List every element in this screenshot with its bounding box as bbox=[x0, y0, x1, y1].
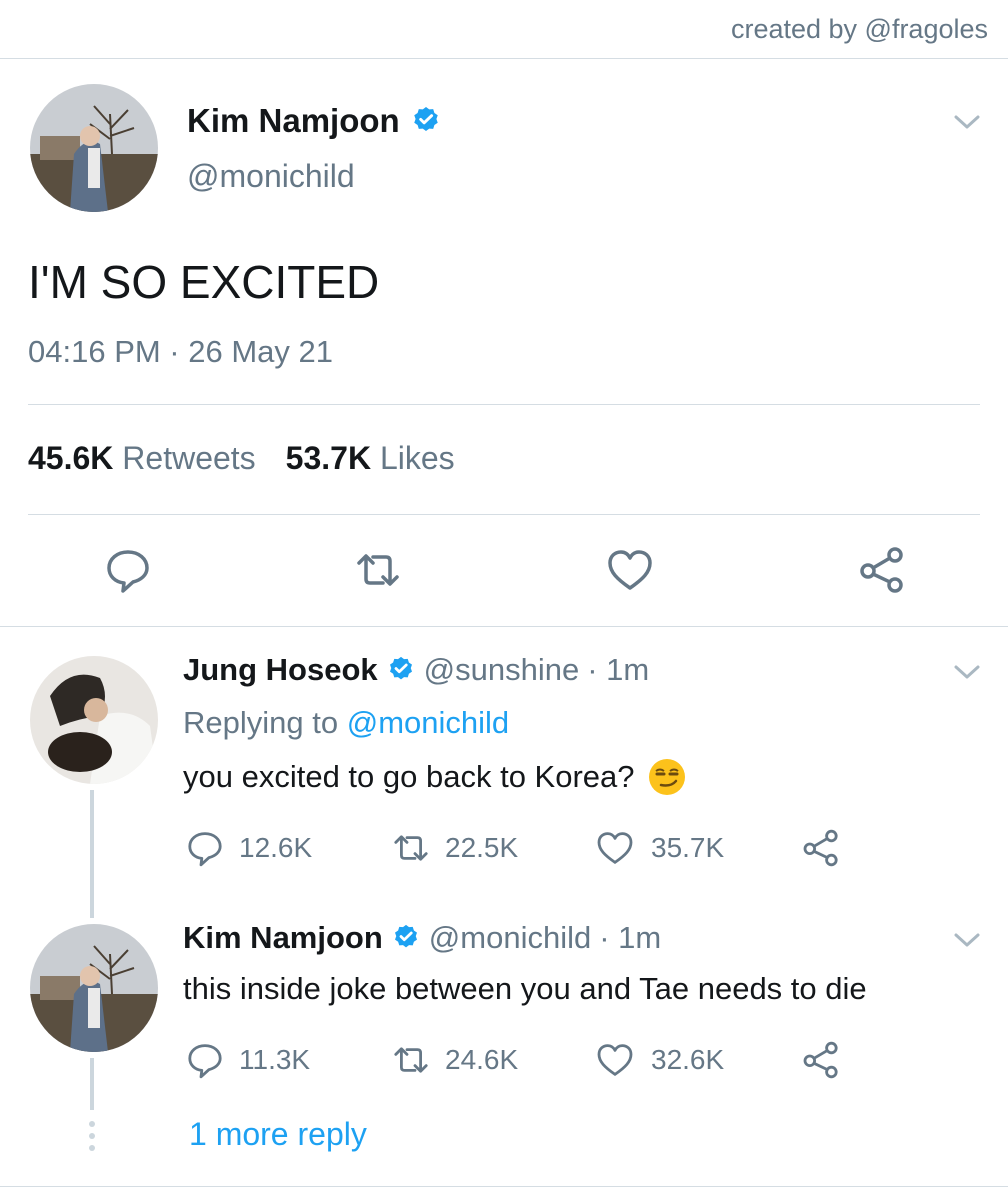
reply-2-text: this inside joke between you and Tae nee… bbox=[183, 971, 867, 1006]
reply-1-author[interactable]: Jung Hoseok bbox=[183, 652, 378, 688]
reply-1-handle[interactable]: @sunshine bbox=[424, 652, 580, 688]
reply-icon bbox=[188, 832, 222, 867]
replying-prefix: Replying to bbox=[183, 705, 339, 740]
replying-to-link[interactable]: @monichild bbox=[347, 705, 509, 740]
credit-text: created by @fragoles bbox=[730, 14, 988, 44]
retweet-icon[interactable] bbox=[353, 545, 403, 595]
reply-button[interactable]: 12.6K bbox=[185, 828, 389, 868]
verified-badge-icon bbox=[413, 107, 438, 131]
reply-icon[interactable] bbox=[103, 545, 153, 595]
reply-icon bbox=[188, 1044, 222, 1079]
top-divider bbox=[0, 58, 1008, 59]
thread-line bbox=[90, 790, 94, 918]
chevron-down-icon[interactable] bbox=[952, 112, 982, 132]
retweet-count: 24.6K bbox=[445, 1044, 519, 1075]
main-tweet-timestamp[interactable]: 04:16 PM · 26 May 21 bbox=[28, 334, 333, 370]
reply-2-actions: 11.3K 24.6K 32.6K bbox=[185, 1040, 841, 1080]
reply-1-text: you excited to go back to Korea? bbox=[183, 759, 635, 794]
bottom-divider bbox=[0, 1186, 1008, 1187]
share-icon[interactable] bbox=[857, 545, 907, 595]
retweet-button[interactable]: 22.5K bbox=[389, 828, 595, 868]
author-name: Kim Namjoon bbox=[187, 102, 400, 139]
main-tweet-author[interactable]: Kim Namjoon bbox=[187, 102, 442, 140]
replying-to: Replying to @monichild bbox=[183, 705, 509, 741]
reply-1-text-row: you excited to go back to Korea? bbox=[183, 757, 687, 797]
likes-stat[interactable]: 53.7K Likes bbox=[286, 440, 455, 477]
likes-label: Likes bbox=[379, 440, 455, 476]
retweet-button[interactable]: 24.6K bbox=[389, 1040, 595, 1080]
thread-line bbox=[90, 1058, 94, 1110]
avatar-reply-2[interactable] bbox=[30, 924, 158, 1052]
like-icon[interactable] bbox=[605, 545, 655, 595]
retweets-label: Retweets bbox=[122, 440, 256, 476]
tweet-stats: 45.6K Retweets 53.7K Likes bbox=[28, 440, 455, 477]
divider bbox=[28, 514, 980, 515]
main-tweet-handle[interactable]: @monichild bbox=[187, 158, 355, 195]
main-tweet-text: I'M SO EXCITED bbox=[28, 256, 380, 308]
retweet-icon bbox=[394, 1047, 428, 1073]
reply-2-author[interactable]: Kim Namjoon bbox=[183, 920, 383, 956]
retweet-icon bbox=[394, 835, 428, 861]
share-icon bbox=[803, 1041, 838, 1079]
section-divider bbox=[0, 626, 1008, 627]
verified-badge-icon bbox=[389, 656, 412, 680]
reply-2-time: · 1m bbox=[599, 920, 662, 955]
more-replies-link[interactable]: 1 more reply bbox=[189, 1116, 367, 1153]
reply-1-time: · 1m bbox=[587, 652, 650, 687]
avatar-reply-1[interactable] bbox=[30, 656, 158, 784]
thread-dots-icon bbox=[89, 1121, 95, 1151]
reply-2-header: Kim Namjoon @monichild · 1m bbox=[183, 920, 661, 956]
chevron-down-icon[interactable] bbox=[952, 930, 982, 950]
like-icon bbox=[597, 1044, 633, 1076]
like-button[interactable]: 35.7K bbox=[595, 828, 801, 868]
smirking-face-emoji bbox=[648, 759, 685, 795]
like-button[interactable]: 32.6K bbox=[595, 1040, 801, 1080]
chevron-down-icon[interactable] bbox=[952, 662, 982, 682]
like-count: 32.6K bbox=[651, 1044, 725, 1075]
divider bbox=[28, 404, 980, 405]
reply-count: 12.6K bbox=[239, 832, 313, 863]
reply-1-header: Jung Hoseok @sunshine · 1m bbox=[183, 652, 649, 688]
likes-count: 53.7K bbox=[285, 440, 372, 476]
share-button[interactable] bbox=[801, 1040, 841, 1080]
reply-button[interactable]: 11.3K bbox=[185, 1040, 389, 1080]
reply-count: 11.3K bbox=[239, 1044, 311, 1075]
share-icon bbox=[803, 829, 838, 867]
share-button[interactable] bbox=[801, 828, 841, 868]
avatar-main[interactable] bbox=[30, 84, 158, 212]
like-icon bbox=[597, 832, 633, 864]
reply-1-actions: 12.6K 22.5K 35.7K bbox=[185, 828, 841, 868]
reply-2-handle[interactable]: @monichild bbox=[429, 920, 591, 956]
retweets-stat[interactable]: 45.6K Retweets bbox=[28, 440, 256, 477]
verified-badge-icon bbox=[394, 924, 417, 948]
reply-2-text-row: this inside joke between you and Tae nee… bbox=[183, 971, 867, 1007]
retweet-count: 22.5K bbox=[445, 832, 519, 863]
retweets-count: 45.6K bbox=[28, 440, 114, 476]
like-count: 35.7K bbox=[651, 832, 725, 863]
